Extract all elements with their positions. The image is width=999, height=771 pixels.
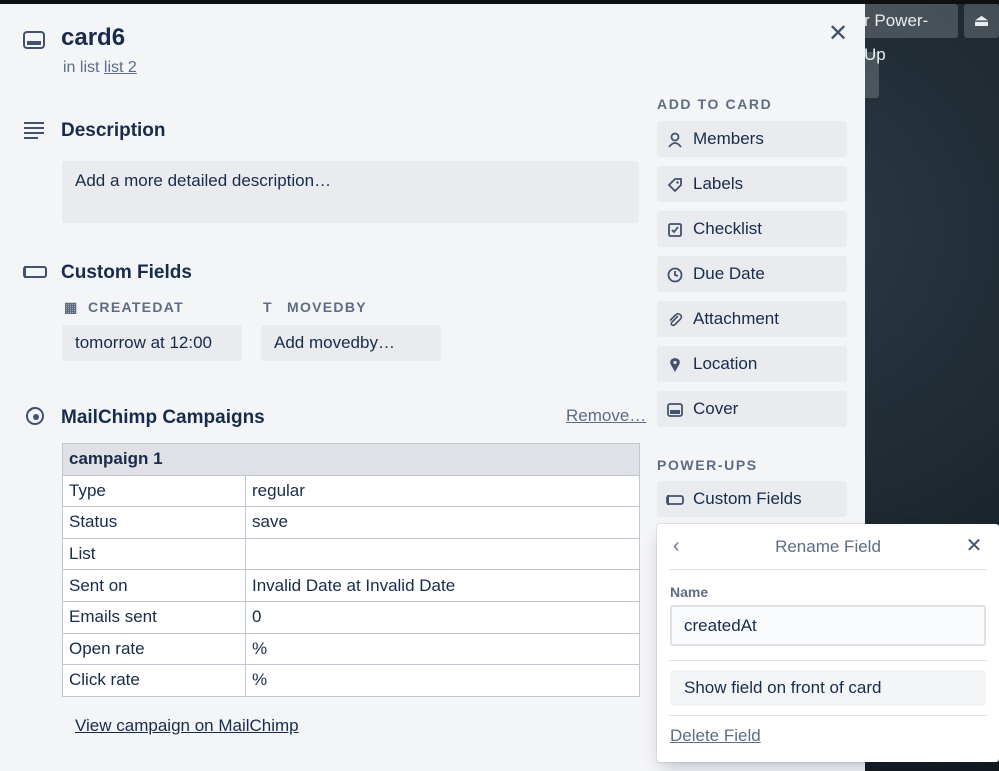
labels-button[interactable]: Labels (657, 166, 847, 202)
campaign-table: campaign 1 Type regular Status save List S… (62, 443, 640, 697)
checklist-icon (666, 211, 684, 247)
in-list-text: in list list 2 (63, 59, 137, 77)
custom-fields-icon (666, 481, 684, 517)
row-key: Open rate (62, 632, 246, 666)
table-row: Type regular (62, 474, 640, 508)
cover-button[interactable]: Cover (657, 391, 847, 427)
mailchimp-icon (26, 407, 44, 425)
text-icon: T (263, 299, 273, 315)
close-icon[interactable]: ✕ (826, 22, 850, 46)
view-campaign-link[interactable]: View campaign on MailChimp (75, 716, 299, 736)
row-value: % (245, 664, 640, 697)
campaign-name: campaign 1 (62, 443, 640, 476)
custom-fields-icon (23, 266, 47, 278)
row-key: Emails sent (62, 600, 246, 634)
clock-icon (666, 256, 684, 292)
location-button[interactable]: Location (657, 346, 847, 382)
row-value: % (245, 632, 640, 666)
list-link[interactable]: list 2 (104, 59, 137, 76)
row-value: save (245, 506, 640, 539)
table-row: Click rate% (62, 664, 640, 697)
in-list-prefix: in list (63, 59, 100, 76)
attachment-button[interactable]: Attachment (657, 301, 847, 337)
table-row: List (62, 537, 640, 571)
custom-fields-button[interactable]: Custom Fields (657, 481, 847, 517)
mailchimp-title: MailChimp Campaigns (61, 407, 265, 428)
due-date-button[interactable]: Due Date (657, 256, 847, 292)
custom-fields-title: Custom Fields (61, 262, 192, 283)
movedby-label: T MOVEDBY (263, 299, 367, 315)
add-to-card-heading: ADD TO CARD (657, 96, 773, 112)
paperclip-icon (666, 301, 684, 337)
table-row: Emails sent 0 (62, 600, 640, 634)
power-up-button[interactable]: r Power-Up (852, 4, 958, 64)
createdat-label: ▦ CREATEDAT (64, 299, 184, 315)
remove-mailchimp-link[interactable]: Remove… (566, 406, 646, 426)
divider (669, 569, 987, 570)
members-button[interactable]: Members (657, 121, 847, 157)
table-row: Status save (62, 506, 640, 539)
createdat-field[interactable]: tomorrow at 12:00 (62, 325, 242, 361)
close-icon[interactable]: ✕ (962, 534, 986, 558)
description-input[interactable]: Add a more detailed description… (62, 161, 639, 223)
rename-field-popover: ‹ Rename Field ✕ Name Show field on fron… (657, 524, 999, 762)
pin-icon (666, 346, 684, 382)
board-list-edge (865, 52, 879, 98)
row-key: Type (62, 474, 246, 508)
label-icon (666, 166, 684, 202)
row-value: 0 (245, 600, 640, 634)
campaign-header-row: campaign 1 (62, 443, 640, 476)
row-key: Sent on (62, 569, 246, 602)
cover-icon (666, 391, 684, 427)
movedby-field[interactable]: Add movedby… (261, 325, 441, 361)
row-key: Click rate (62, 664, 246, 697)
row-value: Invalid Date at Invalid Date (245, 569, 640, 602)
divider (669, 715, 987, 716)
name-label: Name (670, 584, 709, 600)
popover-title: Rename Field (775, 537, 881, 556)
calendar-icon: ▦ (64, 299, 79, 315)
description-icon (24, 122, 44, 139)
table-row: Open rate% (62, 632, 640, 666)
field-name-input[interactable] (670, 605, 986, 646)
show-on-front-toggle[interactable]: Show field on front of card (670, 670, 986, 706)
row-value: regular (245, 474, 640, 508)
table-row: Sent on Invalid Date at Invalid Date (62, 569, 640, 602)
eject-icon[interactable]: ⏏ (964, 4, 999, 38)
row-key: List (62, 537, 246, 571)
row-value (245, 537, 640, 571)
person-icon (666, 121, 684, 157)
power-ups-heading: POWER-UPS (657, 457, 758, 473)
delete-field-link[interactable]: Delete Field (670, 726, 761, 746)
row-key: Status (62, 506, 246, 539)
card-title[interactable]: card6 (61, 24, 125, 52)
card-icon (23, 31, 45, 49)
divider (669, 660, 987, 661)
checklist-button[interactable]: Checklist (657, 211, 847, 247)
description-title: Description (61, 120, 166, 141)
